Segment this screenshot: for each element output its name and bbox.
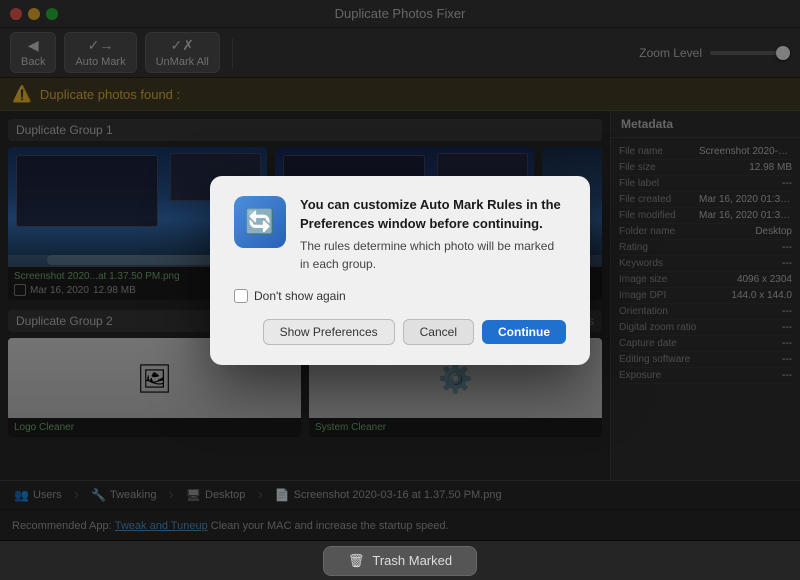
modal-icon: 🔄 (234, 196, 286, 248)
modal-text-area: You can customize Auto Mark Rules in the… (300, 196, 566, 272)
modal-title: You can customize Auto Mark Rules in the… (300, 196, 566, 232)
dont-show-label: Don't show again (254, 289, 346, 303)
modal-buttons: Show Preferences Cancel Continue (234, 319, 566, 345)
modal-header: 🔄 You can customize Auto Mark Rules in t… (234, 196, 566, 272)
modal-app-icon: 🔄 (245, 208, 275, 237)
continue-button[interactable]: Continue (482, 320, 566, 344)
dont-show-checkbox[interactable] (234, 289, 248, 303)
modal-checkbox-row: Don't show again (234, 289, 566, 303)
trash-bar: 🗑 Trash Marked (0, 540, 800, 580)
show-prefs-button[interactable]: Show Preferences (263, 319, 395, 345)
modal-overlay: 🔄 You can customize Auto Mark Rules in t… (0, 0, 800, 541)
modal-dialog: 🔄 You can customize Auto Mark Rules in t… (210, 176, 590, 364)
cancel-button[interactable]: Cancel (403, 319, 474, 345)
trash-label: Trash Marked (372, 553, 452, 568)
trash-icon: 🗑 (348, 553, 365, 569)
modal-body: The rules determine which photo will be … (300, 237, 566, 273)
trash-button[interactable]: 🗑 Trash Marked (323, 546, 477, 576)
